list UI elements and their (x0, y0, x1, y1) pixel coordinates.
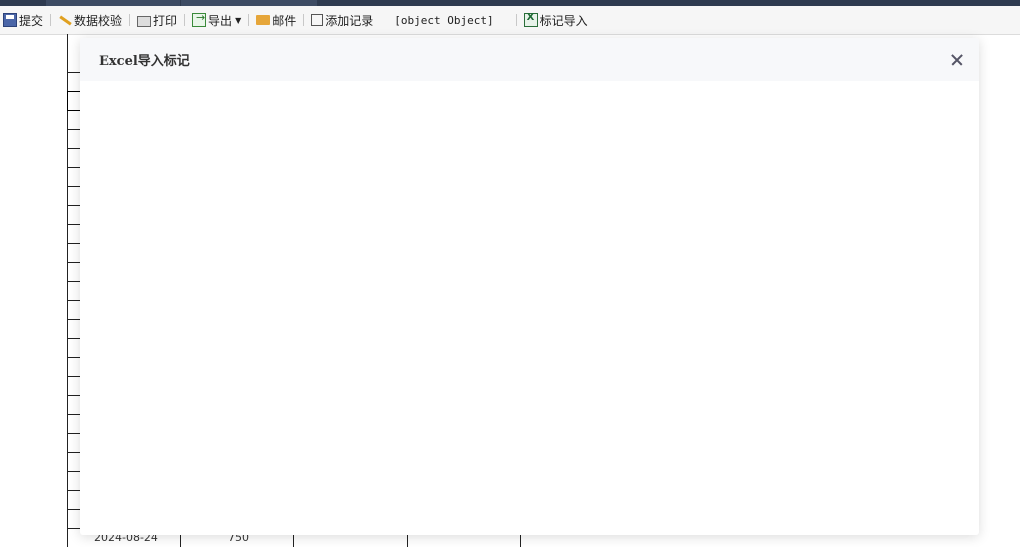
grid-row-line (67, 509, 81, 510)
grid-row-line (67, 129, 81, 130)
save-icon (3, 13, 17, 27)
toolbar-divider (184, 14, 186, 26)
submit-button[interactable]: 提交 (0, 6, 46, 34)
grid-row-line (67, 205, 81, 206)
grid-row-line (67, 471, 81, 472)
grid-row-line (67, 338, 81, 339)
mail-button[interactable]: 邮件 (253, 6, 299, 34)
validate-button[interactable]: 数据校验 (55, 6, 125, 34)
mark-import-button[interactable]: 标记导入 (521, 6, 591, 34)
grid-row-line (67, 243, 81, 244)
selected-cell[interactable] (67, 91, 81, 111)
grid-row-line (67, 224, 81, 225)
grid-row-line (67, 376, 81, 377)
add-record-button[interactable]: 添加记录 (308, 6, 376, 34)
close-icon[interactable] (949, 52, 965, 68)
printer-icon (137, 15, 152, 27)
pencil-icon (58, 13, 72, 27)
toolbar-divider (50, 14, 52, 26)
toolbar: 提交 数据校验 打印 导出 ▼ 邮件 添加记录 [object Object] … (0, 6, 1020, 35)
dialog-title: Excel导入标记 (99, 54, 190, 69)
grid-row-line (67, 167, 81, 168)
grid-row-line (67, 281, 81, 282)
mail-icon (256, 15, 271, 25)
grid-row-line (67, 300, 81, 301)
excel-icon (523, 12, 538, 27)
grid-row-line (67, 262, 81, 263)
grid-row-line (67, 414, 81, 415)
grid-row-line (67, 186, 81, 187)
export-icon (192, 11, 207, 27)
grid-row-line (67, 490, 81, 491)
grid-row-line (67, 433, 81, 434)
dialog-body (80, 81, 979, 535)
toolbar-divider (129, 14, 131, 26)
object-object-button[interactable]: [object Object] (376, 6, 511, 34)
excel-import-dialog: Excel导入标记 (80, 38, 979, 535)
dialog-header: Excel导入标记 (80, 38, 979, 81)
chevron-down-icon: ▼ (235, 15, 242, 25)
toolbar-divider (515, 14, 517, 26)
grid-row-line (67, 319, 81, 320)
grid-row-line (67, 357, 81, 358)
grid-row-line (67, 148, 81, 149)
export-button[interactable]: 导出 ▼ (189, 6, 244, 34)
toolbar-divider (303, 14, 305, 26)
grid-row-line (67, 395, 81, 396)
grid-row-line (67, 452, 81, 453)
toolbar-divider (248, 14, 250, 26)
add-record-icon (311, 14, 324, 26)
grid-row-line (67, 528, 81, 529)
print-button[interactable]: 打印 (134, 6, 180, 34)
grid-row-line (67, 72, 81, 73)
